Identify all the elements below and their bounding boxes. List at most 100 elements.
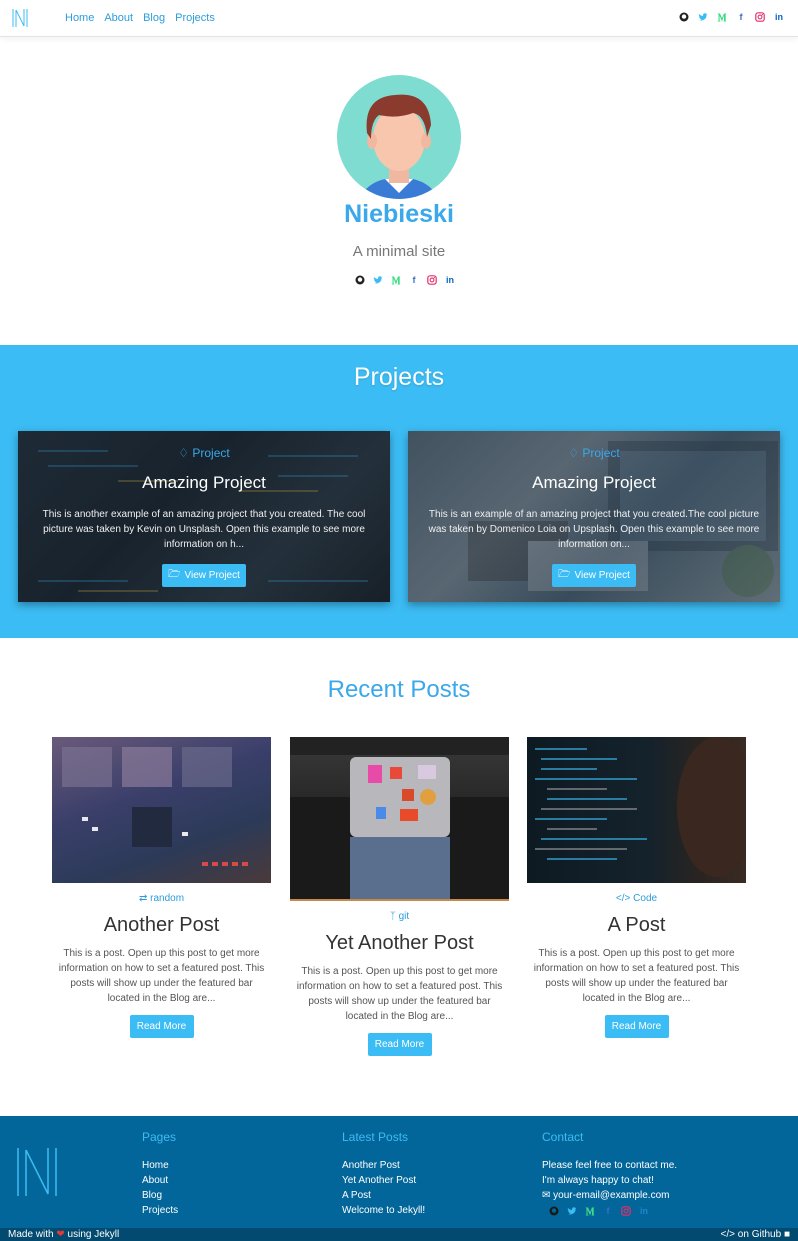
post-card: </> Code A Post This is a post. Open up … [527, 737, 746, 1038]
footer-latest-heading: Latest Posts [342, 1130, 409, 1144]
project-card[interactable]: ♢ Project Amazing Project This is an exa… [408, 431, 780, 602]
footer-post-link[interactable]: A Post [342, 1188, 425, 1203]
footer-post-link[interactable]: Yet Another Post [342, 1173, 425, 1188]
git-branch-icon: ᛉ [389, 911, 396, 922]
shuffle-icon: ⇄ [138, 893, 148, 904]
post-category[interactable]: ⇄ random [52, 893, 271, 905]
twitter-icon[interactable] [567, 1206, 577, 1216]
site-name: Niebieski [344, 200, 454, 228]
medium-icon[interactable] [585, 1206, 595, 1216]
medium-icon[interactable] [391, 275, 401, 285]
site-tagline: A minimal site [352, 243, 446, 260]
contact-text: I'm always happy to chat! [542, 1175, 654, 1186]
post-title[interactable]: Another Post [52, 914, 271, 937]
diamond-icon: ♢ [568, 446, 580, 460]
linkedin-icon[interactable]: in [774, 12, 784, 22]
envelope-icon: ✉ [542, 1190, 551, 1201]
nav-link-about[interactable]: About [104, 12, 133, 24]
project-title: Amazing Project [532, 473, 656, 492]
view-project-label: View Project [574, 570, 630, 581]
folder-open-icon: 🗁 [558, 569, 571, 580]
projects-title: Projects [353, 363, 445, 391]
post-category[interactable]: ᛉ git [290, 911, 509, 923]
post-category-label: git [398, 911, 410, 922]
folder-open-icon: 🗁 [168, 569, 181, 580]
view-project-button[interactable]: 🗁 View Project [162, 564, 246, 587]
made-with-text: Made with ❤ using Jekyll [8, 1229, 119, 1240]
made-with-prefix: Made with [8, 1229, 54, 1240]
medium-icon[interactable] [717, 12, 727, 22]
footer-social-links: f in [542, 1206, 677, 1216]
linkedin-icon[interactable]: in [639, 1206, 649, 1216]
read-more-button[interactable]: Read More [367, 1033, 432, 1056]
post-image[interactable] [290, 737, 509, 901]
contact-email[interactable]: ✉ your-email@example.com [542, 1188, 677, 1203]
footer-logo-icon [17, 1148, 57, 1196]
footer-link-about[interactable]: About [142, 1173, 178, 1188]
footer-contact-heading: Contact [542, 1130, 584, 1144]
footer-link-home[interactable]: Home [142, 1158, 178, 1173]
project-title: Amazing Project [142, 473, 266, 492]
bottom-bar: Made with ❤ using Jekyll </> on Github ■ [0, 1228, 798, 1241]
facebook-icon[interactable]: f [736, 12, 746, 22]
project-description: This is an example of an amazing project… [428, 509, 760, 550]
project-description: This is another example of an amazing pr… [42, 509, 366, 550]
post-description: This is a post. Open up this post to get… [58, 948, 265, 1004]
instagram-icon[interactable] [621, 1206, 631, 1216]
instagram-icon[interactable] [755, 12, 765, 22]
read-more-button[interactable]: Read More [129, 1015, 194, 1038]
github-icon[interactable] [549, 1206, 559, 1216]
footer-post-link[interactable]: Welcome to Jekyll! [342, 1203, 425, 1218]
post-card: ᛉ git Yet Another Post This is a post. O… [290, 737, 509, 1056]
navbar: Home About Blog Projects f in [0, 0, 798, 37]
post-image[interactable] [527, 737, 746, 883]
contact-email-label: your-email@example.com [553, 1190, 670, 1201]
nav-link-projects[interactable]: Projects [175, 12, 215, 24]
github-source-link[interactable]: </> on Github ■ [721, 1229, 790, 1240]
site-logo-icon[interactable] [12, 8, 28, 28]
facebook-icon[interactable]: f [603, 1206, 613, 1216]
project-tag: ♢ Project [18, 446, 390, 460]
twitter-icon[interactable] [373, 275, 383, 285]
github-icon[interactable] [355, 275, 365, 285]
projects-section: Projects ♢ Project Amazing Project This … [0, 345, 798, 638]
post-description: This is a post. Open up this post to get… [296, 966, 503, 1022]
post-card: ⇄ random Another Post This is a post. Op… [52, 737, 271, 1038]
diamond-icon: ♢ [178, 446, 190, 460]
post-title[interactable]: A Post [527, 914, 746, 937]
footer-pages-heading: Pages [142, 1130, 177, 1144]
code-icon: </> [615, 893, 631, 904]
twitter-icon[interactable] [698, 12, 708, 22]
nav-link-blog[interactable]: Blog [143, 12, 165, 24]
project-tag: ♢ Project [408, 446, 780, 460]
post-category-label: Code [633, 893, 658, 904]
linkedin-icon[interactable]: in [445, 275, 455, 285]
contact-text: Please feel free to contact me. [542, 1160, 678, 1171]
footer: Pages Home About Blog Projects Latest Po… [0, 1116, 798, 1228]
heart-icon: ❤ [56, 1229, 65, 1240]
github-cat-icon: ■ [783, 1229, 790, 1240]
nav-social-links: f in [679, 12, 784, 22]
post-title[interactable]: Yet Another Post [290, 932, 509, 955]
footer-link-projects[interactable]: Projects [142, 1203, 178, 1218]
github-source-label: on Github [737, 1229, 782, 1240]
post-category[interactable]: </> Code [527, 893, 746, 905]
read-more-button[interactable]: Read More [604, 1015, 669, 1038]
footer-link-blog[interactable]: Blog [142, 1188, 178, 1203]
code-icon: </> [720, 1229, 736, 1240]
footer-post-link[interactable]: Another Post [342, 1158, 425, 1173]
nav-link-home[interactable]: Home [65, 12, 94, 24]
view-project-button[interactable]: 🗁 View Project [552, 564, 636, 587]
footer-contact: Contact Please feel free to contact me. … [542, 1130, 677, 1216]
project-tag-label: Project [582, 446, 620, 460]
footer-pages: Pages Home About Blog Projects [142, 1130, 178, 1218]
instagram-icon[interactable] [427, 275, 437, 285]
hero-social-links: f in [355, 275, 455, 285]
avatar [337, 75, 461, 199]
made-with-suffix[interactable]: using Jekyll [68, 1229, 120, 1240]
post-image[interactable] [52, 737, 271, 883]
project-tag-label: Project [192, 446, 230, 460]
project-card[interactable]: ♢ Project Amazing Project This is anothe… [18, 431, 390, 602]
github-icon[interactable] [679, 12, 689, 22]
facebook-icon[interactable]: f [409, 275, 419, 285]
